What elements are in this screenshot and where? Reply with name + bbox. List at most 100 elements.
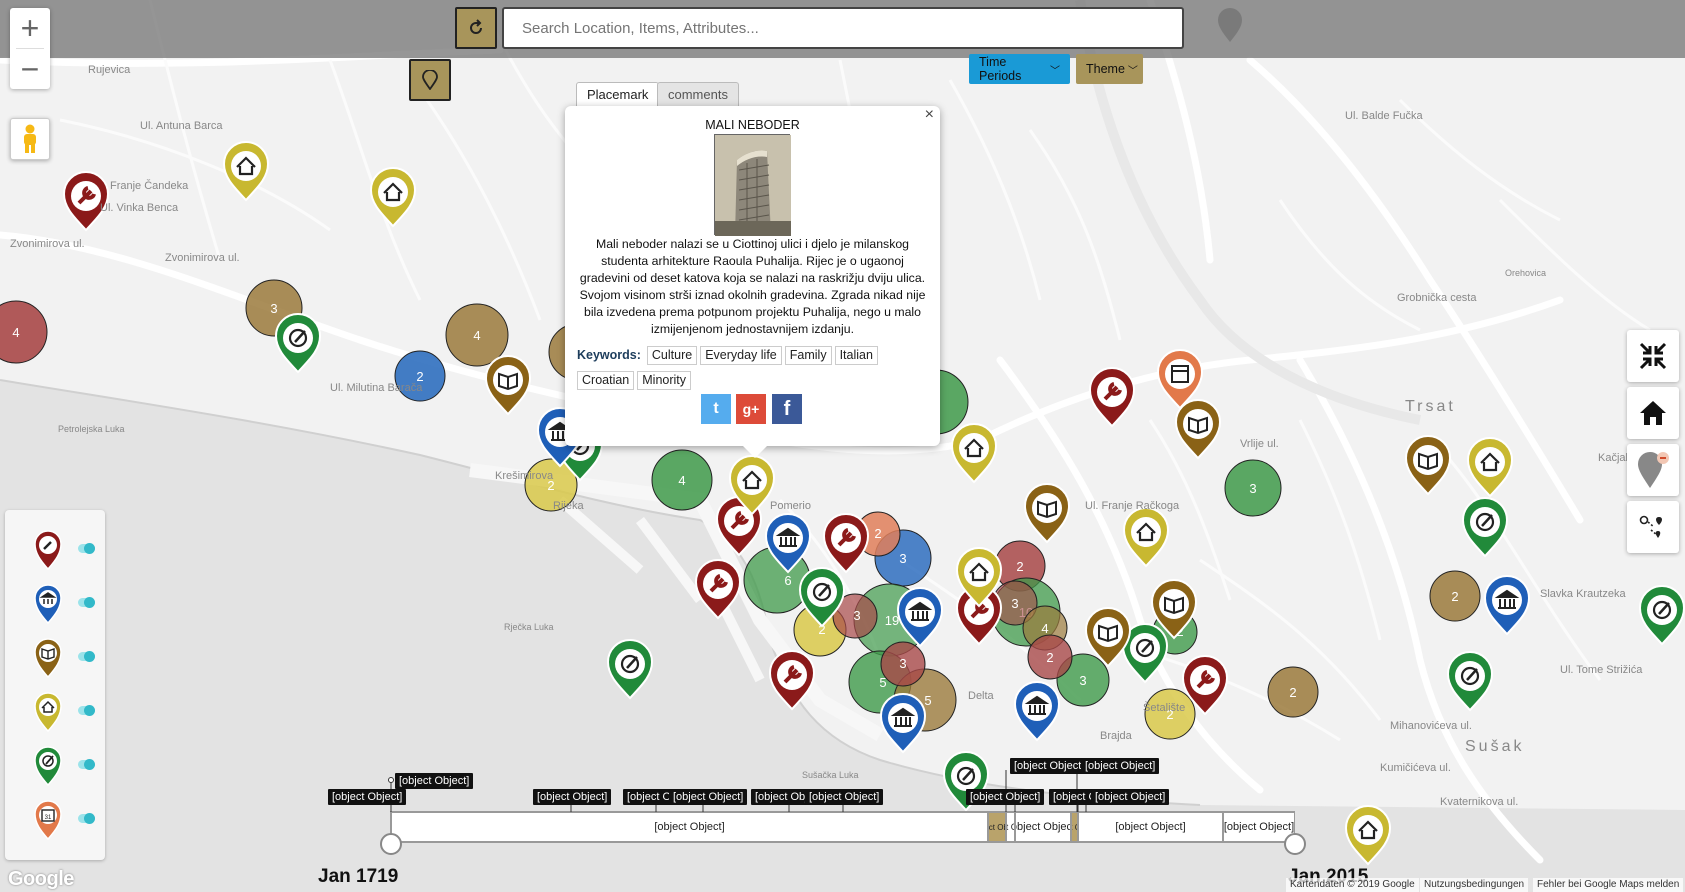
timeline-end-handle[interactable] — [1284, 833, 1306, 855]
cluster-marker[interactable]: 3 — [1224, 459, 1282, 517]
museum-icon — [34, 584, 62, 624]
cluster-marker[interactable]: 4 — [651, 449, 713, 511]
add-marker-button[interactable] — [409, 59, 451, 101]
period-divided-italy[interactable]: [object Object] — [1015, 812, 1071, 842]
map-label: Trsat — [1405, 398, 1456, 415]
facebook-icon[interactable]: f — [772, 394, 802, 424]
pegman-icon — [24, 124, 36, 153]
map-label: Orehovica — [1505, 268, 1547, 278]
keyword-tag[interactable]: Italian — [834, 346, 878, 365]
svg-text:4: 4 — [1041, 621, 1048, 636]
period-habsburg[interactable]: [object Object] — [391, 812, 988, 842]
route-button[interactable] — [1627, 501, 1679, 553]
collapse-arrows-icon — [1639, 342, 1667, 370]
map-label: Sušak — [1465, 738, 1525, 755]
building-image-icon — [715, 135, 791, 236]
cluster-marker[interactable]: 2 — [1429, 570, 1481, 622]
timeline-label: [object Object] — [395, 773, 474, 789]
report-error-link[interactable]: Fehler bei Google Maps melden — [1533, 878, 1684, 892]
period-wwii[interactable]: [object Object] — [1071, 812, 1078, 842]
location-marker-icon — [1638, 452, 1669, 488]
cluster-marker[interactable]: 4 — [445, 303, 509, 367]
placemark-popup: × MALI NEBODER Mali neboder nalazi se u … — [565, 106, 940, 458]
tab-placemark[interactable]: Placemark — [576, 82, 660, 106]
svg-text:2: 2 — [1289, 685, 1296, 700]
map-label: Ul. Franje Račkoga — [1085, 500, 1180, 512]
svg-text:5: 5 — [924, 693, 931, 708]
map-label: Grobnička cesta — [1397, 292, 1477, 304]
street-view-button[interactable] — [10, 118, 50, 160]
map-label: Zvonimirova ul. — [165, 252, 240, 264]
keyword-tag[interactable]: Culture — [646, 346, 698, 365]
zoom-out-button[interactable]: − — [10, 49, 50, 89]
toggle-museum[interactable] — [78, 597, 95, 608]
keywords-label: Keywords: — [577, 348, 641, 362]
calendar-day-label: 31 — [45, 815, 52, 821]
cluster-marker[interactable]: 2 — [1144, 688, 1196, 740]
map-label: Šetalište — [1143, 702, 1186, 714]
search-input[interactable] — [502, 7, 1184, 49]
period-croatia[interactable]: [object Object] — [1223, 812, 1295, 842]
google-plus-glyph: g+ — [742, 401, 760, 417]
home-icon — [1640, 401, 1666, 425]
zoom-in-button[interactable]: + — [10, 8, 50, 48]
popup-description: Mali neboder nalazi se u Ciottinoj ulici… — [579, 237, 926, 336]
svg-text:2: 2 — [1016, 559, 1023, 574]
my-location-button[interactable] — [1627, 444, 1679, 496]
keyword-tag[interactable]: Minority — [637, 371, 692, 390]
building-photo[interactable] — [714, 134, 791, 236]
keywords-section: Keywords: Culture Everyday life Family Itali… — [577, 344, 928, 394]
map-label: Mihanovićeva ul. — [1390, 720, 1472, 732]
time-periods-dropdown[interactable]: Time Periods ﹀ — [969, 54, 1070, 84]
keyword-tag[interactable]: Croatian — [577, 371, 635, 390]
svg-text:3: 3 — [853, 608, 860, 623]
tab-comments[interactable]: comments — [657, 82, 739, 106]
chevron-down-icon: ﹀ — [1050, 65, 1060, 77]
cluster-marker[interactable]: 3 — [880, 641, 926, 687]
toggle-house[interactable] — [78, 705, 95, 716]
refresh-button[interactable] — [455, 7, 497, 49]
map-label: Pomerio — [770, 500, 811, 512]
route-icon — [1639, 515, 1662, 538]
home-button[interactable] — [1627, 387, 1679, 439]
theme-dropdown[interactable]: Theme ﹀ — [1076, 54, 1143, 84]
map-label: Petrolejska Luka — [58, 424, 125, 434]
svg-text:19: 19 — [885, 613, 899, 628]
facebook-glyph: f — [783, 397, 791, 420]
popup-title: MALI NEBODER — [705, 118, 800, 132]
map-label: Krešimirova — [495, 470, 554, 482]
period-yugoslavia[interactable]: [object Object] — [1078, 812, 1223, 842]
map-label: Rijeka — [553, 500, 584, 512]
toggle-wrench[interactable] — [78, 543, 95, 554]
map-label: Slavka Krautzeka — [1540, 588, 1626, 600]
timeline-label: [object Object] — [669, 789, 748, 805]
svg-text:4: 4 — [473, 328, 480, 343]
svg-text:4: 4 — [678, 473, 685, 488]
keyword-tag[interactable]: Everyday life — [700, 346, 782, 365]
period-fiume[interactable]: [object Object] — [1006, 812, 1015, 842]
period-wwi[interactable]: [object Object] — [988, 812, 1006, 842]
twitter-icon[interactable]: t — [701, 394, 731, 424]
terms-link[interactable]: Nutzungsbedingungen — [1420, 878, 1529, 892]
timeline-label: [object Object] — [966, 789, 1045, 805]
map-label: Franje Čandeka — [110, 180, 189, 192]
timeline-label: [object Object] — [1010, 758, 1089, 774]
refresh-icon — [470, 19, 482, 34]
timeline-start-date: Jan 1719 — [318, 866, 399, 887]
cluster-marker[interactable]: 2 — [1027, 634, 1073, 680]
theme-label: Theme — [1086, 62, 1125, 76]
google-plus-icon[interactable]: g+ — [736, 394, 766, 424]
toggle-calendar[interactable] — [78, 813, 95, 824]
cluster-marker[interactable]: 2 — [1267, 666, 1319, 718]
timeline-start-handle[interactable] — [380, 833, 402, 855]
map-label: Delta — [968, 690, 994, 702]
google-logo[interactable]: Google — [8, 868, 74, 891]
timeline-label: [object Object] — [328, 789, 407, 805]
collapse-button[interactable] — [1627, 330, 1679, 382]
toggle-palette[interactable] — [78, 759, 95, 770]
svg-text:6: 6 — [784, 573, 791, 588]
timeline-label: [object Object] — [533, 789, 612, 805]
svg-text:2: 2 — [874, 526, 881, 541]
keyword-tag[interactable]: Family — [784, 346, 832, 365]
toggle-book[interactable] — [78, 651, 95, 662]
